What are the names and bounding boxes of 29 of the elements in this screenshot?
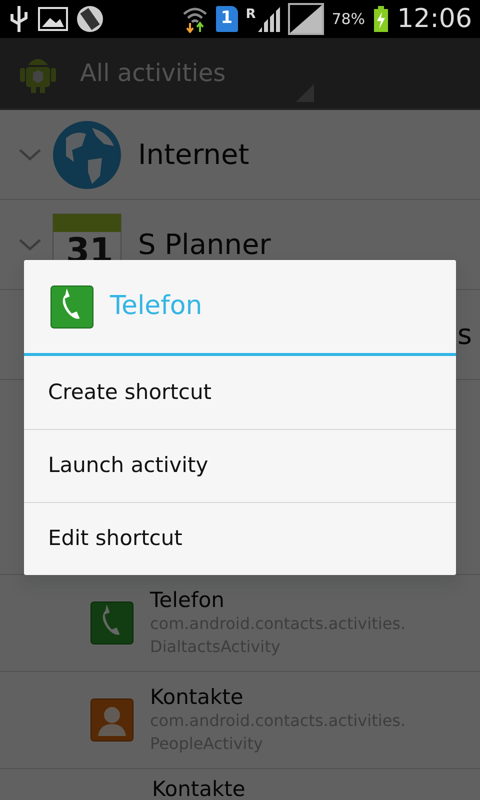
wifi-icon	[182, 5, 208, 33]
battery-percent: 78%	[332, 8, 366, 30]
list-row[interactable]: Kontakte	[0, 769, 480, 800]
list-row[interactable]: Internet	[0, 110, 480, 200]
chevron-icon	[18, 148, 42, 162]
image-icon	[38, 6, 68, 32]
battery-cell-icon	[76, 5, 104, 33]
activity-name: Telefon	[150, 588, 226, 614]
phone-icon	[50, 284, 94, 328]
group-label: S Planner	[138, 226, 271, 262]
signal-icon	[288, 3, 324, 35]
signal-icon	[256, 5, 280, 33]
globe-icon	[52, 120, 122, 190]
group-label: Internet	[138, 136, 250, 172]
menu-item[interactable]: Launch activity	[24, 429, 456, 502]
chevron-icon	[18, 238, 42, 252]
clock: 12:06	[397, 2, 472, 36]
activity-name: Kontakte	[150, 685, 244, 710]
group-label: s	[457, 316, 472, 352]
usb-icon	[8, 4, 30, 34]
menu-item[interactable]: Edit shortcut	[24, 502, 456, 575]
sim-indicator: 1	[216, 6, 238, 32]
menu-item[interactable]: Create shortcut	[24, 356, 456, 429]
activity-name: Kontakte	[152, 777, 246, 800]
dialog-title: Telefon	[110, 290, 202, 323]
roaming-indicator: R	[246, 6, 256, 24]
contact-icon	[90, 698, 134, 742]
battery-icon	[373, 5, 390, 33]
phone-icon	[90, 601, 134, 645]
